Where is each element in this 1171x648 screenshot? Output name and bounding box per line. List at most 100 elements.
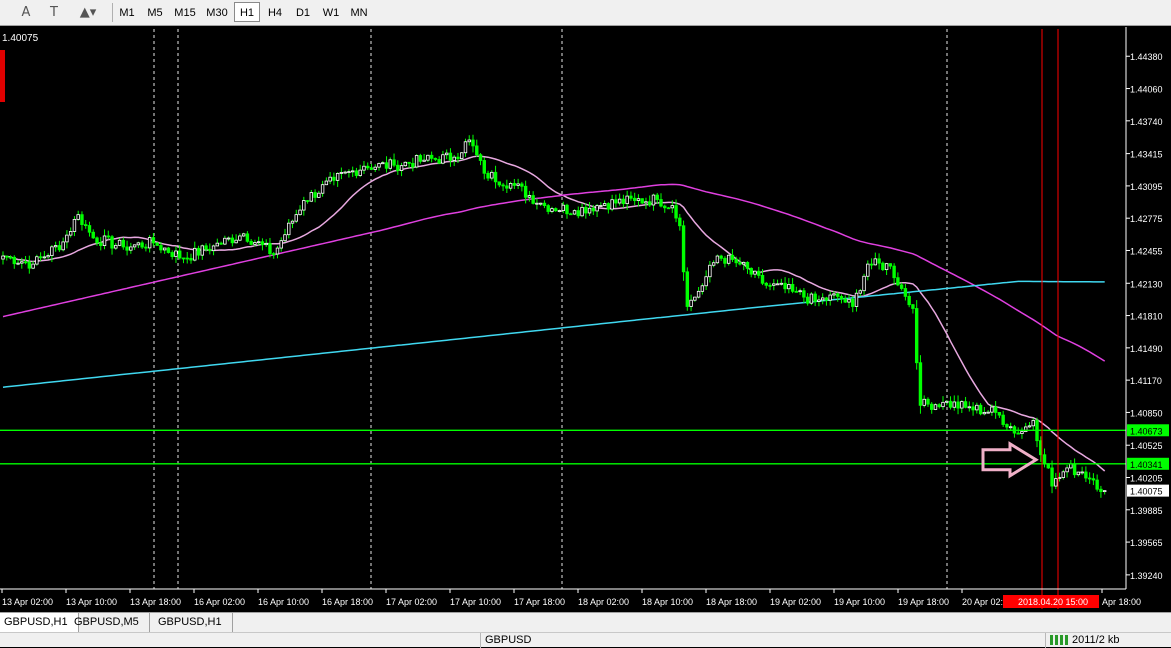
candle-body — [1095, 479, 1099, 490]
candle-body — [655, 194, 659, 200]
time-tick-label: 18 Apr 02:00 — [578, 597, 629, 607]
candle-body — [320, 184, 325, 194]
candle-body — [147, 237, 152, 249]
candle-body — [1001, 414, 1005, 425]
candle-body — [554, 208, 558, 212]
candle-body — [614, 199, 618, 204]
price-tick-label: 1.41170 — [1130, 376, 1162, 386]
time-tick-label: 16 Apr 10:00 — [258, 597, 309, 607]
price-tick-label: 1.41490 — [1130, 344, 1163, 354]
candle-body — [332, 176, 336, 181]
candle-body — [369, 167, 374, 170]
timeframe-button-w1[interactable]: W1 — [318, 2, 344, 22]
chart-tab[interactable]: GBPUSD,M5 — [70, 613, 150, 632]
shapes-icon[interactable]: ▲▾ — [78, 3, 98, 23]
candle-body — [930, 403, 934, 410]
timeframe-button-h4[interactable]: H4 — [262, 2, 288, 22]
candle-body — [302, 200, 306, 211]
candle-body — [813, 293, 817, 302]
candle-body — [106, 235, 110, 238]
candle-body — [629, 195, 633, 199]
chart-background — [0, 27, 1171, 612]
candle-body — [403, 161, 408, 167]
candle-body — [708, 264, 712, 278]
candle-body — [1072, 463, 1077, 476]
candle-body — [80, 214, 84, 226]
candle-body — [678, 217, 682, 227]
candle-body — [711, 262, 716, 266]
candle-body — [888, 263, 893, 267]
candle-body — [753, 270, 757, 275]
candle-body — [1, 255, 5, 260]
candle-body — [561, 204, 565, 211]
candle-body — [617, 198, 622, 204]
candle-body — [843, 298, 847, 303]
status-bar: GBPUSD 2011/2 kb — [0, 632, 1171, 648]
candle-body — [587, 207, 592, 214]
candle-body — [87, 225, 92, 233]
candle-body — [696, 290, 701, 298]
timeframe-button-m1[interactable]: M1 — [114, 2, 140, 22]
timeframe-button-m15[interactable]: M15 — [170, 2, 200, 22]
candle-body — [193, 247, 197, 261]
candle-body — [305, 200, 310, 202]
time-tick-label: 16 Apr 18:00 — [322, 597, 373, 607]
candle-body — [95, 237, 99, 244]
candle-body — [46, 255, 50, 258]
timeframe-button-h1[interactable]: H1 — [234, 2, 260, 22]
text-icon[interactable]: A — [16, 3, 36, 23]
trade-level-marker — [0, 50, 5, 102]
candle-body — [937, 404, 941, 408]
price-tick-label: 1.40850 — [1130, 408, 1163, 418]
candle-body — [196, 247, 201, 256]
candle-body — [798, 290, 802, 293]
candle-body — [129, 246, 133, 251]
price-tick-label: 1.43415 — [1130, 150, 1163, 160]
candle-body — [339, 172, 344, 174]
candle-body — [324, 180, 329, 186]
time-tick-label: Apr 18:00 — [1102, 597, 1141, 607]
candle-body — [602, 203, 607, 206]
candle-body — [463, 141, 468, 154]
candle-body — [1054, 478, 1058, 487]
candle-body — [933, 404, 938, 410]
candle-body — [384, 162, 389, 169]
candle-body — [377, 163, 381, 168]
candle-body — [689, 299, 693, 307]
timeframe-button-mn[interactable]: MN — [346, 2, 372, 22]
candle-body — [467, 139, 471, 143]
candle-body — [993, 406, 998, 413]
candle-body — [501, 184, 505, 187]
time-tick-label: 18 Apr 18:00 — [706, 597, 757, 607]
candle-body — [738, 262, 742, 265]
candle-body — [749, 267, 753, 275]
candle-body — [527, 195, 532, 198]
candle-body — [215, 242, 220, 247]
timeframe-button-m5[interactable]: M5 — [142, 2, 168, 22]
candle-body — [290, 220, 295, 224]
candle-body — [903, 288, 908, 297]
candle-body — [200, 245, 204, 256]
candle-body — [584, 206, 588, 214]
candle-body — [20, 261, 24, 264]
timeframe-button-m30[interactable]: M30 — [202, 2, 232, 22]
chart-tab[interactable]: GBPUSD,H1 — [154, 613, 233, 632]
candle-body — [982, 412, 987, 415]
candle-body — [858, 290, 862, 294]
status-traffic: 2011/2 kb — [1045, 633, 1171, 648]
candle-body — [211, 245, 216, 252]
candle-body — [820, 297, 825, 301]
candle-body — [76, 214, 80, 220]
chart-tab[interactable]: GBPUSD,H1 — [0, 613, 79, 632]
candle-body — [226, 237, 231, 240]
candle-body — [805, 296, 810, 304]
candle-body — [760, 275, 765, 284]
text-label-icon[interactable]: T — [44, 3, 64, 23]
candle-body — [460, 152, 464, 160]
candle-body — [486, 172, 490, 179]
timeframe-button-d1[interactable]: D1 — [290, 2, 316, 22]
candle-body — [836, 293, 840, 297]
price-chart[interactable]: 1.44380 1.44060 1.43740 1.43415 1.43095 1.427… — [0, 27, 1171, 612]
candle-body — [57, 245, 62, 251]
candle-body — [606, 203, 611, 210]
